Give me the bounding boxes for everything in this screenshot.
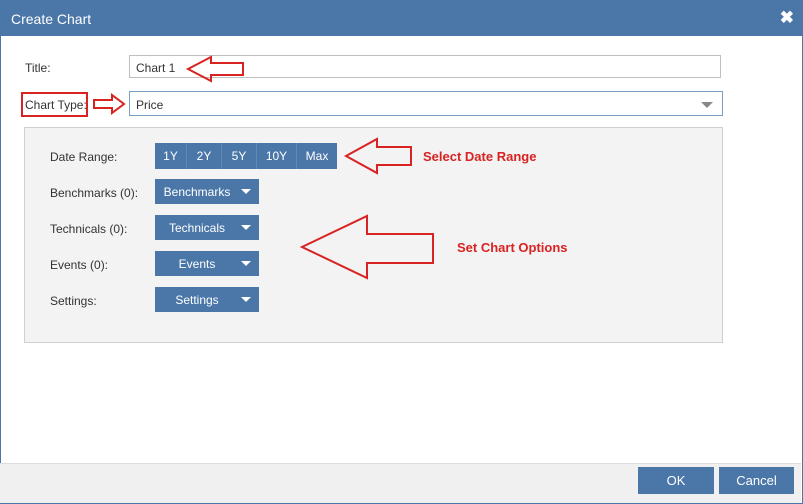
date-range-10y-button[interactable]: 10Y bbox=[257, 143, 297, 169]
technicals-button-label: Technicals bbox=[168, 221, 226, 235]
settings-dropdown-button[interactable]: Settings bbox=[155, 287, 259, 312]
date-range-label: Date Range: bbox=[50, 150, 118, 164]
events-label: Events (0): bbox=[50, 258, 109, 272]
dialog-titlebar: Create Chart ✖ bbox=[1, 1, 802, 36]
chart-type-highlight-box bbox=[21, 92, 88, 117]
technicals-label: Technicals (0): bbox=[50, 222, 128, 236]
title-input[interactable]: Chart 1 bbox=[129, 55, 721, 78]
benchmarks-label: Benchmarks (0): bbox=[50, 186, 139, 200]
dialog-title: Create Chart bbox=[11, 11, 92, 27]
cancel-button[interactable]: Cancel bbox=[719, 467, 794, 494]
title-input-value: Chart 1 bbox=[136, 61, 176, 75]
chevron-down-icon bbox=[701, 102, 713, 108]
ok-button[interactable]: OK bbox=[638, 467, 714, 494]
title-label: Title: bbox=[25, 61, 51, 75]
events-dropdown-button[interactable]: Events bbox=[155, 251, 259, 276]
date-range-1y-button[interactable]: 1Y bbox=[155, 143, 187, 169]
chevron-down-icon bbox=[241, 261, 251, 266]
chevron-down-icon bbox=[241, 189, 251, 194]
events-button-label: Events bbox=[178, 257, 216, 271]
date-range-buttons: 1Y 2Y 5Y 10Y Max bbox=[155, 143, 337, 169]
technicals-dropdown-button[interactable]: Technicals bbox=[155, 215, 259, 240]
settings-button-label: Settings bbox=[175, 293, 219, 307]
settings-label: Settings: bbox=[50, 294, 97, 308]
chart-type-select[interactable]: Price bbox=[129, 91, 723, 116]
chart-options-annotation: Set Chart Options bbox=[457, 240, 568, 255]
chevron-down-icon bbox=[241, 297, 251, 302]
benchmarks-dropdown-button[interactable]: Benchmarks bbox=[155, 179, 259, 204]
chart-type-value: Price bbox=[136, 98, 164, 112]
benchmarks-button-label: Benchmarks bbox=[163, 185, 231, 199]
date-range-2y-button[interactable]: 2Y bbox=[187, 143, 222, 169]
date-range-annotation: Select Date Range bbox=[423, 149, 537, 164]
chevron-down-icon bbox=[241, 225, 251, 230]
chart-options-panel bbox=[24, 127, 723, 343]
close-icon[interactable]: ✖ bbox=[780, 8, 794, 28]
date-range-5y-button[interactable]: 5Y bbox=[222, 143, 257, 169]
date-range-max-button[interactable]: Max bbox=[297, 143, 337, 169]
